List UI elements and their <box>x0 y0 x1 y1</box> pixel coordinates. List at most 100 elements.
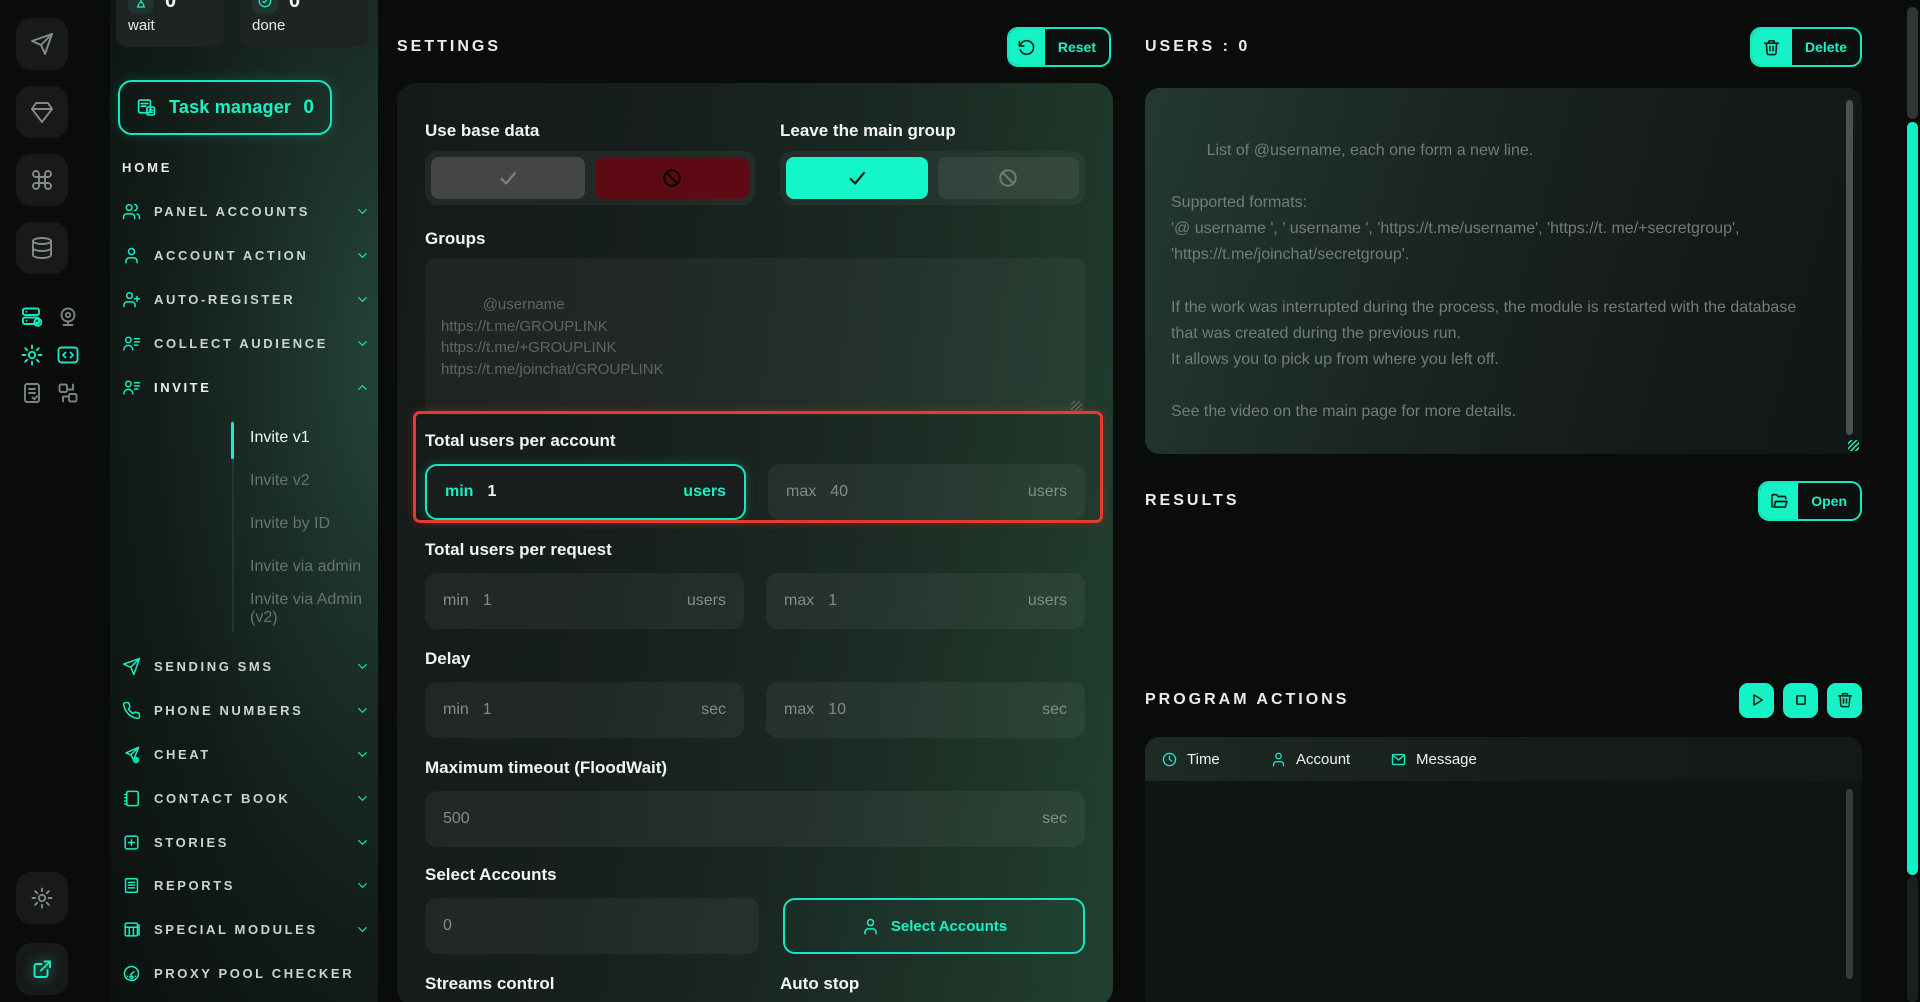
report-icon <box>122 876 141 895</box>
gear-module-icon[interactable] <box>20 343 44 367</box>
play-icon <box>1748 691 1766 709</box>
chevron-down-icon <box>355 292 370 307</box>
icon-rail <box>0 0 110 1002</box>
sidebar-item-collect-audience[interactable]: COLLECT AUDIENCE <box>122 331 370 355</box>
selected-accounts-count-input[interactable]: 0 <box>425 898 759 954</box>
clear-log-button[interactable] <box>1827 682 1862 718</box>
total-users-per-request-max-input[interactable]: max 1 users <box>766 573 1085 629</box>
active-item-indicator <box>231 422 234 459</box>
settings-card: Use base data Leave the main group Group… <box>397 83 1113 1002</box>
sidebar-item-reports[interactable]: REPORTS <box>122 873 370 897</box>
task-manager-button[interactable]: Task manager 0 <box>118 80 332 135</box>
sidebar-item-panel-accounts[interactable]: PANEL ACCOUNTS <box>122 199 370 223</box>
sidebar-item-phone-numbers[interactable]: PHONE NUMBERS <box>122 698 370 722</box>
total-users-per-request-min-input[interactable]: min 1 users <box>425 573 744 629</box>
paper-plane-icon <box>30 32 54 56</box>
user-icon <box>1270 751 1287 768</box>
reset-button[interactable]: Reset <box>1006 27 1111 67</box>
sidebar-item-proxy-pool-checker[interactable]: PROXY POOL CHECKER <box>122 961 370 985</box>
total-users-per-request-label: Total users per request <box>425 540 612 559</box>
sidebar-item-invite-v2[interactable]: Invite v2 <box>250 470 310 492</box>
sidebar-item-account-action[interactable]: ACCOUNT ACTION <box>122 243 370 267</box>
stop-button[interactable] <box>1783 682 1818 718</box>
premium-nav-button[interactable] <box>16 86 68 138</box>
use-base-data-no-button[interactable] <box>595 157 749 199</box>
total-users-per-account-max-input[interactable]: max 40 users <box>768 464 1085 520</box>
users-textarea[interactable]: List of @username, each one form a new l… <box>1145 88 1862 454</box>
use-base-data-toggle <box>425 151 755 205</box>
plus-square-icon <box>122 833 141 852</box>
stop-icon <box>1792 691 1810 709</box>
external-link-button[interactable] <box>16 943 68 995</box>
scrollbar-track-bottom <box>1907 877 1918 1002</box>
database-nav-button[interactable] <box>16 222 68 274</box>
sidebar-item-invite-v1[interactable]: Invite v1 <box>250 427 310 449</box>
sidebar-item-home[interactable]: HOME <box>122 160 172 175</box>
open-results-button[interactable]: Open <box>1758 481 1862 521</box>
table-scrollbar[interactable] <box>1846 789 1853 979</box>
diamond-icon <box>30 100 54 124</box>
wait-count: 0 <box>165 0 177 12</box>
sidebar-item-stories[interactable]: STORIES <box>122 830 370 854</box>
phone-icon <box>122 701 141 720</box>
delete-users-button[interactable]: Delete <box>1749 27 1862 67</box>
scrollbar-thumb[interactable] <box>1907 122 1918 875</box>
task-manager-badge: 0 <box>303 96 314 118</box>
done-count: 0 <box>289 0 301 12</box>
delay-label: Delay <box>425 649 471 668</box>
document-check-icon[interactable] <box>20 381 44 405</box>
leave-main-group-yes-button[interactable] <box>786 157 928 199</box>
send-plus-icon <box>122 745 141 764</box>
window-scrollbar <box>1906 0 1919 1002</box>
chevron-up-icon <box>355 380 370 395</box>
sidebar-item-cheat[interactable]: CHEAT <box>122 742 370 766</box>
floodwait-input[interactable]: 500 sec <box>425 791 1085 847</box>
use-base-data-yes-button[interactable] <box>431 157 585 199</box>
ban-icon <box>661 167 683 189</box>
user-list-icon <box>122 378 141 397</box>
sidebar-item-invite-via-admin[interactable]: Invite via admin <box>250 556 361 578</box>
column-message: Message <box>1416 750 1477 768</box>
user-icon <box>122 246 141 265</box>
server-check-icon[interactable] <box>20 305 44 329</box>
webcam-icon[interactable] <box>56 305 80 329</box>
play-button[interactable] <box>1739 682 1774 718</box>
send-nav-button[interactable] <box>16 18 68 70</box>
sidebar-item-invite[interactable]: INVITE <box>122 375 370 399</box>
trash-icon <box>1751 29 1792 65</box>
sidebar-item-special-modules[interactable]: SPECIAL MODULES <box>122 917 370 941</box>
sidebar-item-auto-register[interactable]: AUTO-REGISTER <box>122 287 370 311</box>
leave-main-group-toggle <box>780 151 1085 205</box>
leave-main-group-no-button[interactable] <box>937 157 1079 199</box>
select-accounts-button[interactable]: Select Accounts <box>783 898 1085 954</box>
users-title: USERS : 0 <box>1145 38 1251 55</box>
scrollbar-top-segment[interactable] <box>1907 7 1918 119</box>
users-scrollbar[interactable] <box>1846 100 1853 435</box>
resize-grip-icon[interactable] <box>1071 401 1082 412</box>
delay-max-input[interactable]: max 10 sec <box>766 682 1085 738</box>
done-counter-card: 0 done <box>240 0 368 47</box>
column-time: Time <box>1187 750 1220 768</box>
column-account: Account <box>1296 750 1351 768</box>
select-accounts-label: Select Accounts <box>425 865 557 884</box>
command-nav-button[interactable] <box>16 154 68 206</box>
sidebar-item-sending-sms[interactable]: SENDING SMS <box>122 654 370 678</box>
leave-main-group-label: Leave the main group <box>780 121 956 140</box>
sidebar-item-invite-by-id[interactable]: Invite by ID <box>250 513 330 535</box>
delay-min-input[interactable]: min 1 sec <box>425 682 744 738</box>
code-window-icon[interactable] <box>56 343 80 367</box>
check-icon <box>846 167 868 189</box>
resize-grip-icon[interactable] <box>1848 440 1859 451</box>
swap-icon[interactable] <box>56 381 80 405</box>
total-users-per-account-min-input[interactable]: min 1 users <box>425 464 746 520</box>
groups-textarea[interactable]: @username https://t.me/GROUPLINK https:/… <box>425 258 1085 415</box>
chevron-down-icon <box>355 835 370 850</box>
settings-rail-button[interactable] <box>16 872 68 924</box>
groups-label: Groups <box>425 229 486 248</box>
rotate-ccw-icon <box>1008 29 1045 65</box>
settings-title: SETTINGS <box>397 38 502 55</box>
sidebar-item-contact-book[interactable]: CONTACT BOOK <box>122 786 370 810</box>
command-icon <box>30 168 54 192</box>
user-plus-icon <box>122 290 141 309</box>
sidebar-item-invite-via-admin-v2[interactable]: Invite via Admin (v2) <box>250 591 378 626</box>
